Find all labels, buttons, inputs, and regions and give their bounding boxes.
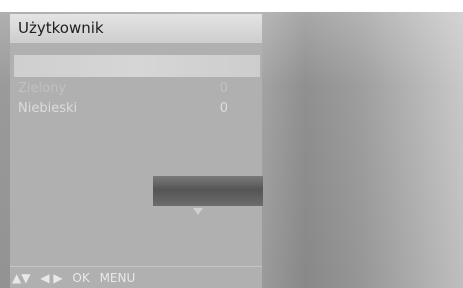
up-down-arrows-icon: ▲▼	[12, 271, 31, 285]
osd-menu-panel: Użytkownik Zielony 0 Niebieski 0	[10, 14, 262, 288]
menu-item-label: Zielony	[18, 81, 67, 96]
menu-item-label: Niebieski	[18, 101, 78, 116]
footer-divider	[10, 266, 262, 267]
menu-label: MENU	[99, 271, 136, 285]
dark-adjustment-bar	[153, 176, 263, 206]
title-divider	[10, 41, 262, 43]
selected-menu-row[interactable]	[14, 55, 260, 77]
menu-item-value: 0	[219, 81, 228, 96]
menu-item-zielony[interactable]: Zielony 0	[18, 80, 228, 98]
left-right-arrows-icon: ◀ ▶	[40, 271, 63, 285]
menu-title: Użytkownik	[10, 14, 262, 41]
navigation-hint-bar: ▲▼ ◀ ▶ OK MENU	[12, 268, 141, 288]
ok-label: OK	[72, 271, 90, 285]
top-margin	[0, 0, 463, 12]
menu-item-value: 0	[219, 101, 228, 116]
scroll-down-arrow-icon[interactable]	[193, 208, 203, 215]
menu-title-text: Użytkownik	[18, 19, 104, 37]
menu-item-niebieski[interactable]: Niebieski 0	[18, 100, 228, 118]
